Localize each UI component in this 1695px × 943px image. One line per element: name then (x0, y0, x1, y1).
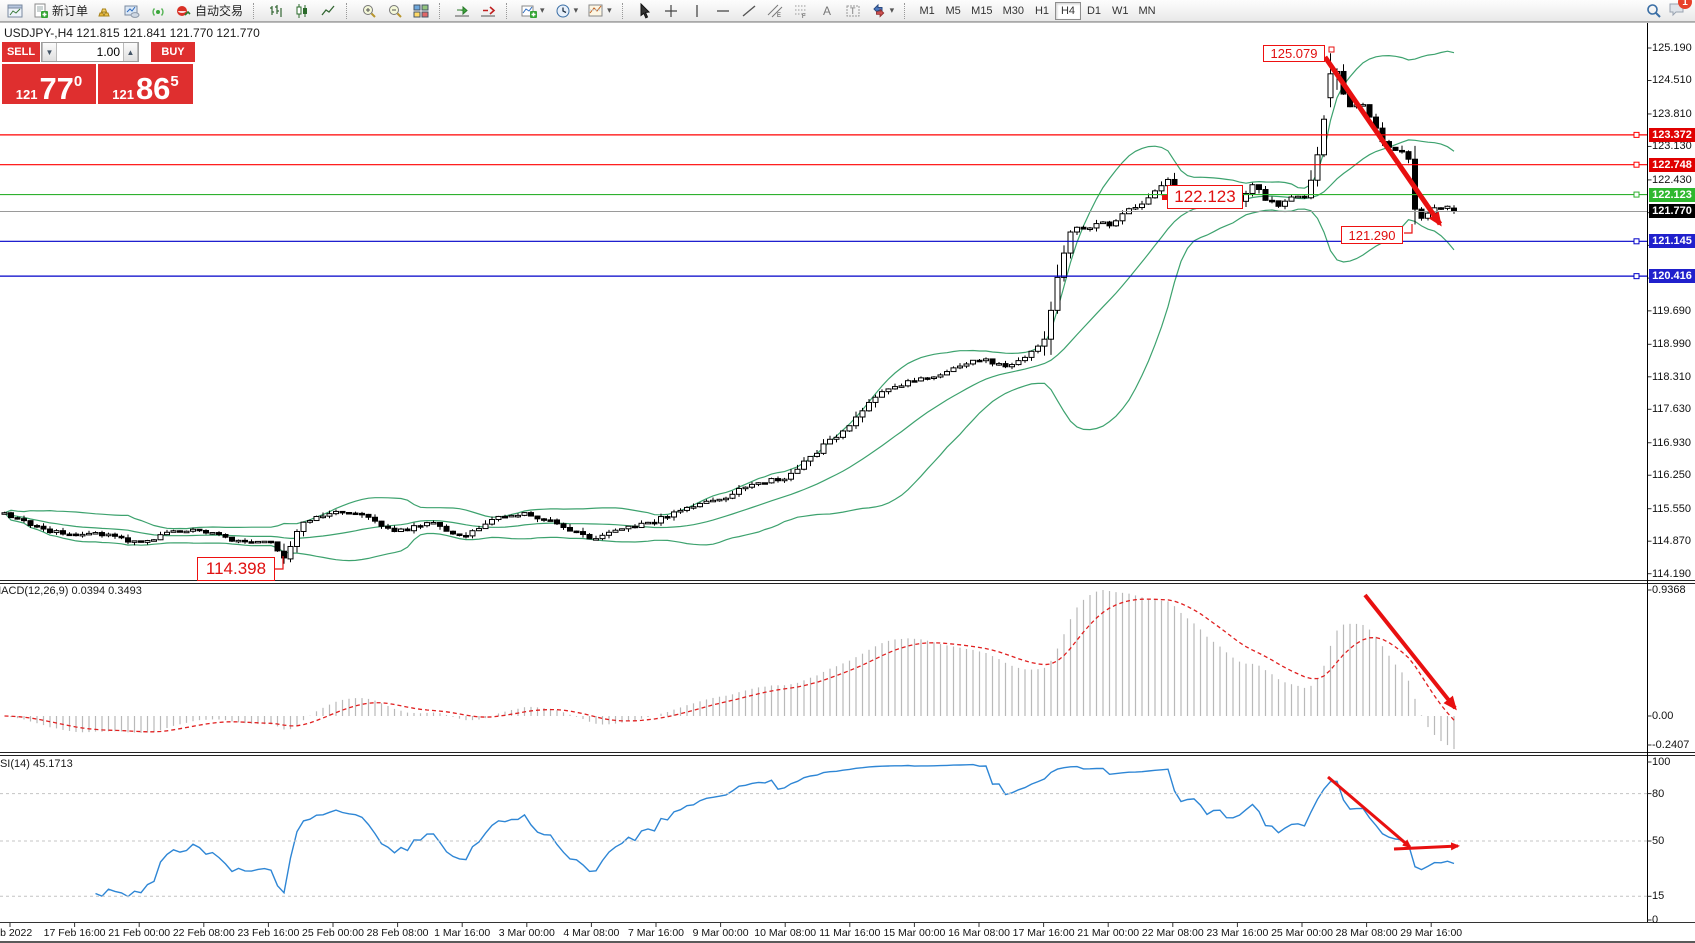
price-tick-label: 117.630 (1652, 403, 1691, 415)
bid-prefix: 121 (16, 88, 38, 101)
rsi-level-label: 80 (1652, 788, 1664, 800)
price-annotation[interactable]: 122.123 (1167, 185, 1243, 209)
ask-pip-digit: 5 (170, 74, 178, 89)
price-tick-label: 124.510 (1652, 74, 1692, 86)
price-line-badge: 122.123 (1649, 188, 1695, 202)
volume-increase-button[interactable]: ▲ (123, 43, 138, 61)
price-tick-label: 116.250 (1652, 469, 1691, 481)
price-line-badge: 123.372 (1649, 128, 1695, 142)
rsi-level-label: 100 (1652, 756, 1670, 768)
price-tick-label: 114.190 (1652, 568, 1691, 580)
volume-input[interactable] (57, 43, 123, 61)
ask-big-digits: 86 (136, 76, 170, 101)
price-line-badge: 122.748 (1649, 158, 1695, 172)
chart-title: USDJPY-,H4 121.815 121.841 121.770 121.7… (4, 26, 260, 40)
rsi-level-label: 50 (1652, 835, 1664, 847)
price-tick-label: 115.550 (1652, 503, 1691, 515)
chart-canvas[interactable] (0, 0, 1695, 943)
macd-axis-label: 0.9368 (1652, 584, 1686, 596)
price-annotation[interactable]: 114.398 (197, 557, 275, 581)
bid-big-digits: 77 (39, 76, 73, 101)
price-line-badge: 121.145 (1649, 234, 1695, 248)
price-tick-label: 118.990 (1652, 338, 1691, 350)
ask-prefix: 121 (112, 88, 134, 101)
price-tick-label: 122.430 (1652, 174, 1692, 186)
price-tick-label: 123.130 (1652, 140, 1692, 152)
macd-label: MACD(12,26,9) 0.0394 0.3493 (0, 585, 142, 597)
price-tick-label: 125.190 (1652, 42, 1692, 54)
volume-box: ▼ ▲ (41, 42, 139, 62)
buy-button[interactable]: BUY (151, 42, 195, 62)
ask-price-button[interactable]: 121 86 5 (98, 64, 193, 104)
current-price-badge: 121.770 (1649, 204, 1695, 218)
price-annotation[interactable]: 125.079 (1263, 45, 1325, 62)
bid-pip-digit: 0 (74, 74, 82, 89)
price-tick-label: 123.810 (1652, 108, 1692, 120)
trading-app-window: 新订单 自动交易 (0, 0, 1695, 943)
sell-button[interactable]: SELL (2, 42, 40, 62)
price-line-badge: 120.416 (1649, 269, 1695, 283)
price-tick-label: 114.870 (1652, 535, 1691, 547)
price-annotation[interactable]: 121.290 (1341, 226, 1403, 244)
one-click-trading-panel: SELL ▼ ▲ BUY 121 77 0 121 86 5 (2, 42, 195, 104)
bid-price-button[interactable]: 121 77 0 (2, 64, 96, 104)
rsi-label: RSI(14) 45.1713 (0, 758, 73, 770)
rsi-level-label: 0 (1652, 914, 1658, 926)
volume-decrease-button[interactable]: ▼ (42, 43, 57, 61)
macd-axis-label: 0.00 (1652, 710, 1673, 722)
rsi-level-label: 15 (1652, 890, 1664, 902)
price-tick-label: 116.930 (1652, 437, 1691, 449)
macd-axis-label: -0.2407 (1652, 739, 1689, 751)
price-tick-label: 119.690 (1652, 305, 1691, 317)
price-tick-label: 118.310 (1652, 371, 1691, 383)
